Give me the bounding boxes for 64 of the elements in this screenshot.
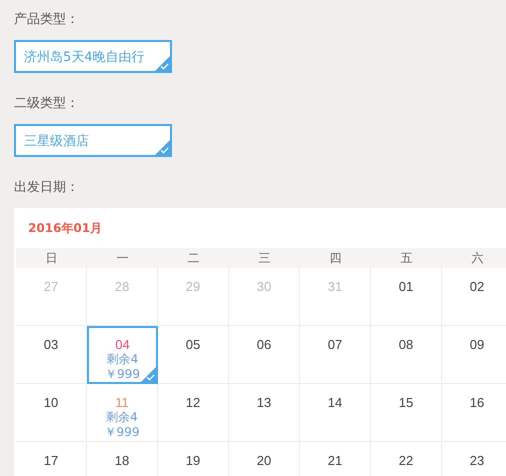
date-cell[interactable]: 15: [371, 384, 442, 442]
day-number: 02: [470, 279, 484, 294]
day-number: 20: [256, 453, 272, 468]
date-cell[interactable]: 18: [87, 442, 158, 476]
day-number: 16: [470, 395, 484, 410]
day-number: 27: [44, 279, 58, 294]
day-number: 05: [186, 337, 200, 352]
date-cell[interactable]: 07: [300, 326, 371, 384]
date-cell[interactable]: 05: [158, 326, 229, 384]
day-number: 12: [186, 395, 200, 410]
date-cell[interactable]: 17: [16, 442, 87, 476]
remaining-count: 剩余4: [106, 352, 138, 367]
day-number: 23: [470, 453, 484, 468]
date-cell[interactable]: 20: [229, 442, 300, 476]
day-number: 14: [328, 395, 342, 410]
day-number: 21: [328, 453, 342, 468]
date-cell[interactable]: 08: [371, 326, 442, 384]
weekday-label: 三: [258, 250, 272, 267]
date-cell[interactable]: 19: [158, 442, 229, 476]
day-number: 03: [44, 337, 58, 352]
date-cell[interactable]: 01: [371, 268, 442, 326]
field-label: 产品类型：: [14, 11, 80, 29]
day-number: 04: [115, 337, 130, 352]
day-number: 19: [186, 453, 200, 468]
weekday-label: 五: [400, 250, 414, 267]
date-cell[interactable]: 16: [442, 384, 506, 442]
price-label: ￥999: [104, 425, 140, 440]
day-number: 15: [398, 395, 414, 410]
date-cell[interactable]: 10: [16, 384, 87, 442]
day-number: 31: [328, 279, 342, 294]
field-label: 二级类型：: [14, 95, 80, 113]
day-number: 01: [398, 279, 414, 294]
weekday-label: 日: [44, 250, 58, 267]
day-number: 11: [115, 395, 129, 410]
weekday-label: 六: [470, 250, 484, 267]
weekday-label: 二: [186, 250, 200, 267]
date-cell[interactable]: 06: [229, 326, 300, 384]
day-number: 29: [186, 279, 200, 294]
price-label: ￥999: [105, 367, 140, 382]
weekday-label: 一: [116, 250, 130, 267]
date-cell[interactable]: 21: [300, 442, 371, 476]
day-number: 06: [256, 337, 272, 352]
date-cell[interactable]: 12: [158, 384, 229, 442]
date-cell[interactable]: 14: [300, 384, 371, 442]
day-number: 18: [114, 453, 130, 468]
date-cell[interactable]: 22: [371, 442, 442, 476]
day-number: 07: [328, 337, 342, 352]
month-title: 2016年01月: [27, 220, 104, 237]
remaining-count: 剩余4: [106, 410, 138, 425]
date-cell[interactable]: 02: [442, 268, 506, 326]
day-number: 17: [44, 453, 58, 468]
day-number: 30: [256, 279, 272, 294]
day-number: 22: [398, 453, 414, 468]
day-number: 08: [398, 337, 414, 352]
date-cell[interactable]: 23: [442, 442, 506, 476]
day-number: 09: [470, 337, 484, 352]
day-number: 10: [44, 395, 58, 410]
weekday-label: 四: [328, 250, 342, 267]
day-number: 28: [114, 279, 130, 294]
date-cell[interactable]: 13: [229, 384, 300, 442]
date-cell[interactable]: 03: [16, 326, 87, 384]
day-number: 13: [256, 395, 272, 410]
field-label: 出发日期：: [14, 179, 80, 197]
date-cell[interactable]: 09: [442, 326, 506, 384]
